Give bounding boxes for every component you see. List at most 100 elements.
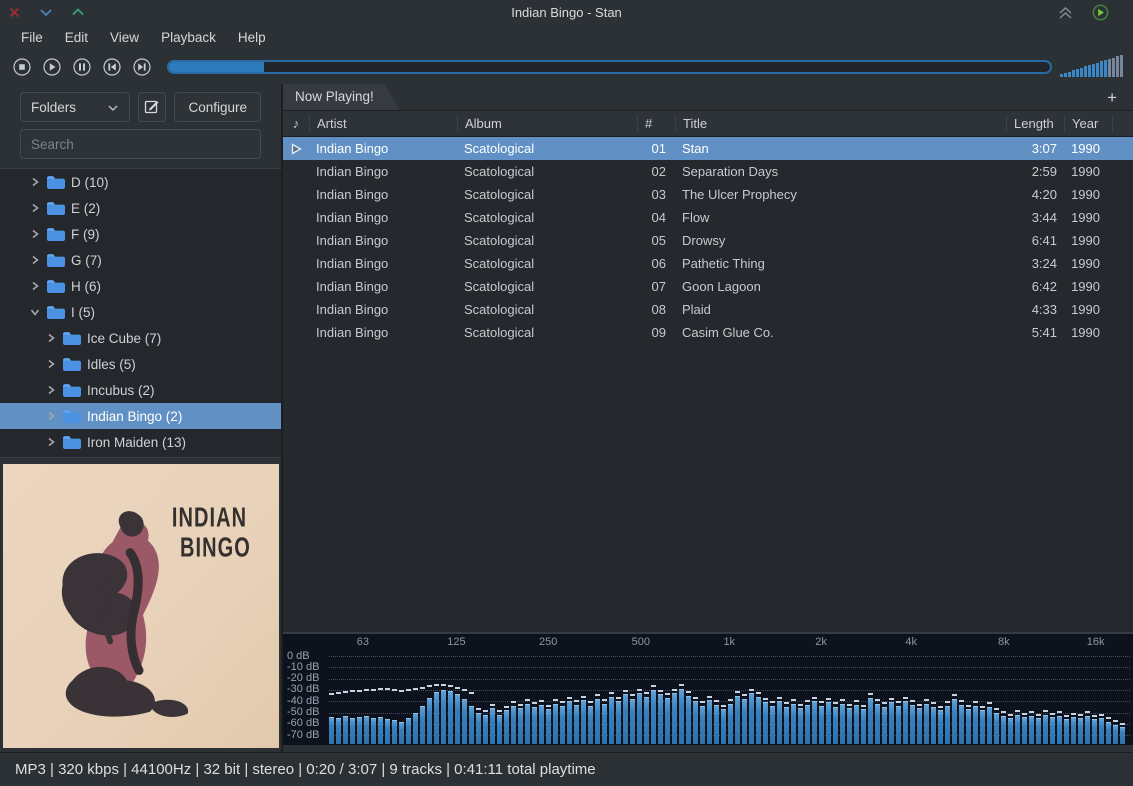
menu-playback[interactable]: Playback <box>150 27 227 48</box>
spectrum-bar <box>546 709 551 744</box>
cell-artist: Indian Bingo <box>309 164 457 179</box>
expand-chevron-icon[interactable] <box>30 281 46 291</box>
expand-chevron-icon[interactable] <box>30 255 46 265</box>
expand-chevron-icon[interactable] <box>46 333 62 343</box>
spectrum-peak-marker <box>616 697 621 699</box>
seek-slider[interactable] <box>167 60 1052 74</box>
spectrum-bar <box>1022 717 1027 744</box>
search-input[interactable] <box>21 130 260 158</box>
expand-chevron-icon[interactable] <box>30 229 46 239</box>
column-header-album[interactable]: Album <box>457 115 637 132</box>
db-label: 0 dB <box>287 650 310 662</box>
expand-chevron-icon[interactable] <box>46 385 62 395</box>
tree-item-indian-bingo-2[interactable]: Indian Bingo (2) <box>0 403 281 429</box>
spectrum-peak-marker <box>441 684 446 686</box>
playlist-row[interactable]: Indian Bingo Scatological 06 Pathetic Th… <box>283 252 1133 275</box>
spectrum-peak-marker <box>889 698 894 700</box>
expand-chevron-icon[interactable] <box>46 437 62 447</box>
play-button[interactable] <box>37 55 67 79</box>
volume-bar <box>1096 63 1099 77</box>
column-header-year[interactable]: Year <box>1064 115 1112 132</box>
spectrum-bar <box>602 704 607 745</box>
next-track-button[interactable] <box>127 55 157 79</box>
expand-chevron-icon[interactable] <box>30 203 46 213</box>
tree-item-idles-5[interactable]: Idles (5) <box>0 351 281 377</box>
cell-artist: Indian Bingo <box>309 325 457 340</box>
spectrum-peak-marker <box>350 690 355 692</box>
configure-button[interactable]: Configure <box>174 92 261 122</box>
previous-track-button[interactable] <box>97 55 127 79</box>
spectrum-peak-marker <box>987 702 992 704</box>
tree-item-ice-cube-7[interactable]: Ice Cube (7) <box>0 325 281 351</box>
tree-item-e-2[interactable]: E (2) <box>0 195 281 221</box>
expand-chevron-icon[interactable] <box>46 411 62 421</box>
stop-button[interactable] <box>7 55 37 79</box>
menu-edit[interactable]: Edit <box>54 27 99 48</box>
spectrum-peak-marker <box>448 685 453 687</box>
spectrum-bar <box>735 696 740 745</box>
spectrum-bar <box>889 702 894 744</box>
tree-item-g-7[interactable]: G (7) <box>0 247 281 273</box>
pause-button[interactable] <box>67 55 97 79</box>
tree-item-iron-maiden-13[interactable]: Iron Maiden (13) <box>0 429 281 455</box>
edit-collection-button[interactable] <box>138 92 166 122</box>
cell-year: 1990 <box>1064 325 1112 340</box>
playlist-row[interactable]: Indian Bingo Scatological 03 The Ulcer P… <box>283 183 1133 206</box>
statusbar: MP3 | 320 kbps | 44100Hz | 32 bit | ster… <box>0 752 1133 786</box>
playlist-row[interactable]: Indian Bingo Scatological 04 Flow 3:44 1… <box>283 206 1133 229</box>
tree-item-d-10[interactable]: D (10) <box>0 169 281 195</box>
spectrum-bar <box>945 706 950 744</box>
column-header-track[interactable]: # <box>637 115 675 132</box>
tree-item-f-9[interactable]: F (9) <box>0 221 281 247</box>
freq-label: 250 <box>539 636 557 648</box>
collapse-up-icon[interactable] <box>1057 5 1074 23</box>
collection-view-select[interactable]: Folders <box>20 92 130 122</box>
spectrum-peak-marker <box>637 689 642 691</box>
playlist-row[interactable]: Indian Bingo Scatological 02 Separation … <box>283 160 1133 183</box>
expand-chevron-icon[interactable] <box>30 307 46 317</box>
spectrum-bar <box>924 704 929 745</box>
cell-length: 6:42 <box>1006 279 1064 294</box>
freq-label: 2k <box>815 636 827 648</box>
cell-title: Plaid <box>675 302 1006 317</box>
spectrum-bar <box>749 693 754 744</box>
column-header-artist[interactable]: Artist <box>309 115 457 132</box>
cell-album: Scatological <box>457 233 637 248</box>
column-header-title[interactable]: Title <box>675 115 1006 132</box>
tree-item-incubus-2[interactable]: Incubus (2) <box>0 377 281 403</box>
expand-chevron-icon[interactable] <box>46 359 62 369</box>
tree-item-i-5[interactable]: I (5) <box>0 299 281 325</box>
menu-view[interactable]: View <box>99 27 150 48</box>
db-gridline <box>329 679 1130 680</box>
tree-item-h-6[interactable]: H (6) <box>0 273 281 299</box>
spectrum-bar <box>931 707 936 744</box>
menu-help[interactable]: Help <box>227 27 277 48</box>
spectrum-peak-marker <box>420 687 425 689</box>
tab-now-playing[interactable]: Now Playing! <box>283 84 400 110</box>
cell-year: 1990 <box>1064 233 1112 248</box>
spectrum-bar <box>854 705 859 744</box>
spectrum-bar <box>448 691 453 744</box>
spectrum-bar <box>392 720 397 744</box>
playlist-row[interactable]: Indian Bingo Scatological 05 Drowsy 6:41… <box>283 229 1133 252</box>
tray-playing-icon[interactable] <box>1092 4 1109 24</box>
menu-file[interactable]: File <box>10 27 54 48</box>
column-header-length[interactable]: Length <box>1006 115 1064 132</box>
playlist-row[interactable]: Indian Bingo Scatological 07 Goon Lagoon… <box>283 275 1133 298</box>
playlist-row[interactable]: Indian Bingo Scatological 08 Plaid 4:33 … <box>283 298 1133 321</box>
playlist-row[interactable]: Indian Bingo Scatological 01 Stan 3:07 1… <box>283 137 1133 160</box>
spectrum-bar <box>630 699 635 744</box>
cell-album: Scatological <box>457 279 637 294</box>
volume-control[interactable] <box>1060 55 1126 79</box>
spectrum-peak-marker <box>1099 714 1104 716</box>
spectrum-bar <box>966 709 971 744</box>
spectrum-peak-marker <box>959 700 964 702</box>
new-playlist-button[interactable]: + <box>1103 89 1121 106</box>
spectrum-bar <box>532 707 537 744</box>
playlist-row[interactable]: Indian Bingo Scatological 09 Casim Glue … <box>283 321 1133 344</box>
volume-bar <box>1072 70 1075 77</box>
spectrum-peak-marker <box>1022 713 1027 715</box>
spectrum-peak-marker <box>1120 723 1125 725</box>
expand-chevron-icon[interactable] <box>30 177 46 187</box>
spectrum-peak-marker <box>511 701 516 703</box>
